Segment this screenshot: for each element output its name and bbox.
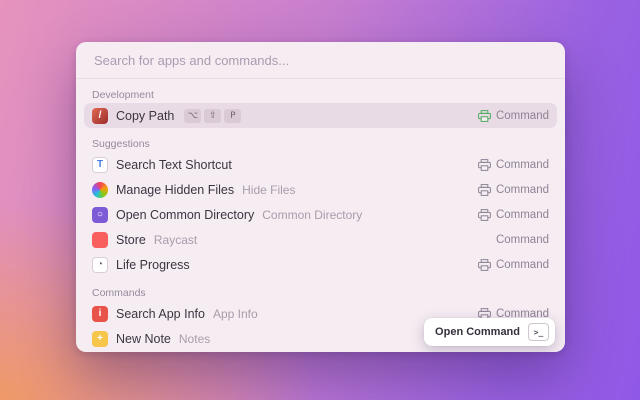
open-command-tooltip[interactable]: Open Command >_ <box>424 318 555 346</box>
item-subtitle: Common Directory <box>262 207 363 222</box>
item-subtitle: Notes <box>178 331 211 346</box>
item-title: Life Progress <box>116 257 190 272</box>
printer-icon <box>478 258 491 271</box>
printer-icon <box>478 158 491 171</box>
desktop-background: Development / Copy Path ⌥⇧P Command Suggestio… <box>0 0 640 400</box>
section-header-commands: Commands <box>92 287 146 299</box>
item-subtitle: Raycast <box>153 232 198 247</box>
command-type-label: Command <box>495 258 549 271</box>
item-title: Open Common Directory <box>116 207 255 222</box>
item-title: Search Text Shortcut <box>116 157 232 172</box>
results-list: Development / Copy Path ⌥ ⇧ P Command Suggestio… <box>76 87 565 351</box>
new-note-icon: + <box>92 330 108 347</box>
manage-hidden-files-icon <box>92 181 108 198</box>
item-subtitle: App Info <box>212 306 258 321</box>
copy-path-icon: / <box>92 107 108 124</box>
item-title: New Note <box>116 331 171 346</box>
item-subtitle: Hide Files <box>242 182 296 197</box>
item-title: Search App Info <box>116 306 205 321</box>
search-bar[interactable] <box>76 42 565 79</box>
keycap: ⇧ <box>204 108 222 123</box>
life-progress-icon: ◔ <box>92 256 108 273</box>
store-icon <box>92 231 108 248</box>
keycap: P <box>224 108 242 123</box>
item-title: Store <box>116 232 146 247</box>
command-type-label: Command <box>495 158 549 171</box>
list-item-manage-hidden-files[interactable]: Manage Hidden Files Hide Files Command <box>84 177 557 202</box>
search-app-info-icon: i <box>92 305 108 322</box>
printer-icon <box>478 183 491 196</box>
command-type-label: Command <box>495 109 549 122</box>
command-type-label: Command <box>495 233 549 246</box>
command-type-label: Command <box>495 208 549 221</box>
open-command-label: Open Command <box>435 326 520 338</box>
search-text-shortcut-icon: T <box>92 156 108 173</box>
shortcut-keys: ⌥ ⇧ P <box>184 108 242 123</box>
printer-icon <box>478 208 491 221</box>
list-item-open-common-directory[interactable]: ○ Open Common Directory Common Directory Co… <box>84 202 557 227</box>
list-item-search-text-shortcut[interactable]: T Search Text Shortcut Command <box>84 152 557 177</box>
item-title: Manage Hidden Files <box>116 182 235 197</box>
section-header-development: Development <box>92 89 154 101</box>
open-common-directory-icon: ○ <box>92 206 108 223</box>
list-item-copy-path[interactable]: / Copy Path ⌥ ⇧ P Command <box>84 103 557 128</box>
command-type-label: Command <box>495 183 549 196</box>
search-input[interactable] <box>92 51 549 69</box>
terminal-keycap: >_ <box>528 323 549 341</box>
keycap: ⌥ <box>184 108 202 123</box>
list-item-store[interactable]: Store Raycast Command <box>84 227 557 252</box>
command-palette-window: Development / Copy Path ⌥⇧P Command Suggestio… <box>76 42 565 352</box>
item-title: Copy Path <box>116 108 175 123</box>
section-header-suggestions: Suggestions <box>92 138 150 150</box>
printer-icon <box>478 109 491 122</box>
list-item-life-progress[interactable]: ◔ Life Progress Command <box>84 252 557 277</box>
